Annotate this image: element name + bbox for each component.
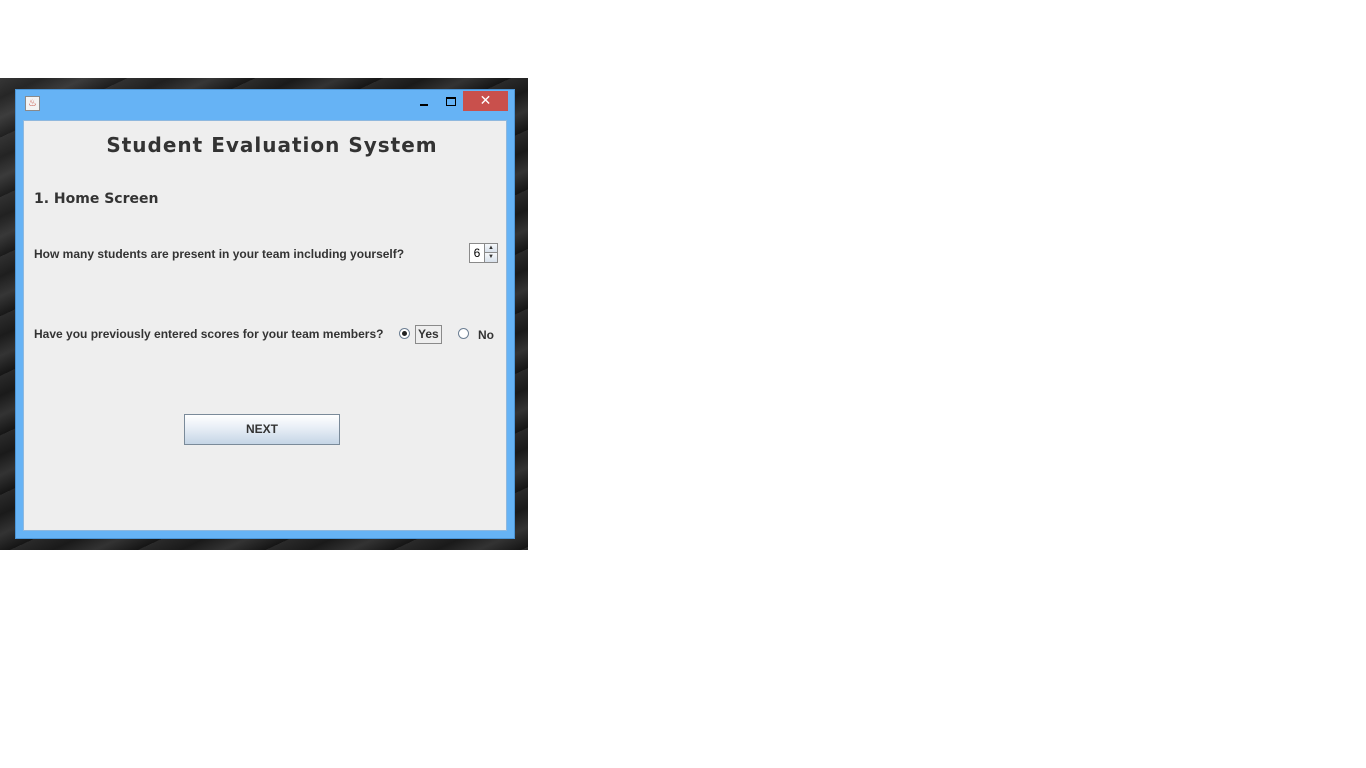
students-question-label: How many students are present in your te…	[34, 247, 405, 261]
yes-radio-button[interactable]	[399, 328, 410, 339]
next-button[interactable]: NEXT	[184, 414, 340, 445]
yes-radio-label[interactable]: Yes	[415, 325, 442, 344]
no-radio-button[interactable]	[458, 328, 469, 339]
title-bar[interactable]: ♨ ✕	[16, 90, 514, 120]
java-icon[interactable]: ♨	[25, 96, 40, 111]
minimize-icon[interactable]	[410, 92, 436, 112]
maximize-icon[interactable]	[438, 92, 464, 112]
scores-question-label: Have you previously entered scores for y…	[34, 327, 384, 341]
spinner-down-arrow-icon[interactable]: ▼	[484, 253, 497, 262]
close-icon[interactable]: ✕	[463, 91, 508, 111]
section-heading: 1. Home Screen	[34, 191, 159, 207]
app-window: ♨ ✕ Student Evaluation System 1. Home Sc…	[15, 89, 515, 539]
content-panel: Student Evaluation System 1. Home Screen…	[23, 120, 507, 531]
students-count-spinner[interactable]: 6 ▲ ▼	[469, 243, 498, 263]
spinner-up-arrow-icon[interactable]: ▲	[484, 244, 497, 253]
page-title: Student Evaluation System	[106, 133, 438, 157]
students-count-value[interactable]: 6	[471, 245, 483, 261]
no-radio-label[interactable]: No	[478, 328, 494, 342]
